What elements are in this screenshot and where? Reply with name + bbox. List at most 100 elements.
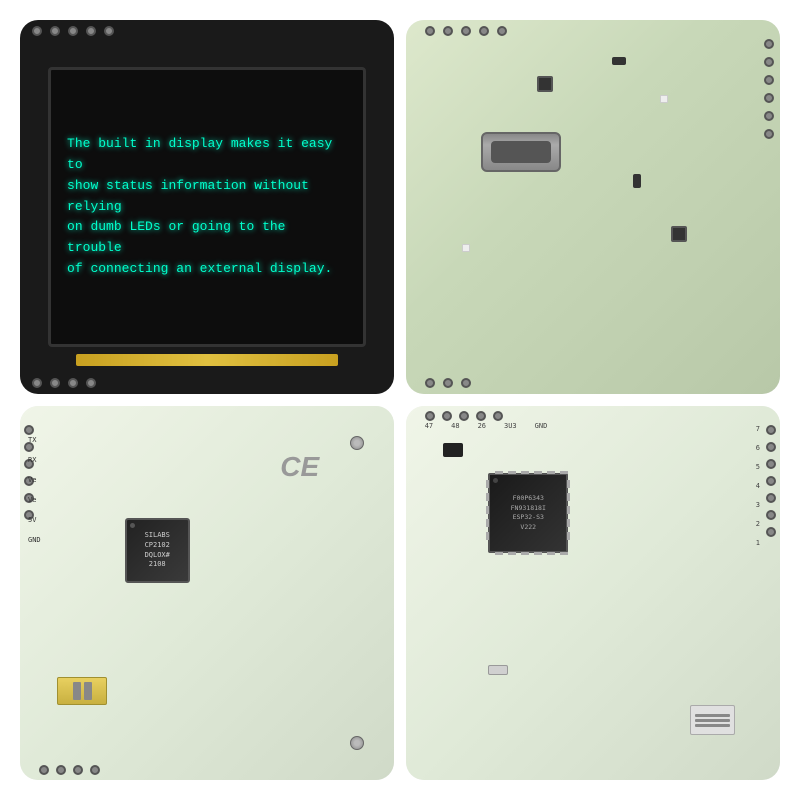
oled-line-2: show status information without relying bbox=[67, 178, 309, 214]
jst-pin-1 bbox=[73, 682, 81, 700]
antenna-line-2 bbox=[695, 719, 730, 722]
num-label-3u3: 3U3 bbox=[504, 422, 517, 430]
pcb-bottom-right: 7 6 5 4 3 2 1 47 48 26 3U3 GND bbox=[406, 406, 780, 780]
pcb-hole bbox=[39, 765, 49, 775]
smd-resistor-2 bbox=[633, 174, 641, 188]
pcb-hole bbox=[425, 411, 435, 421]
pcb-hole bbox=[766, 425, 776, 435]
oled-screen: The built in display makes it easy to sh… bbox=[48, 67, 366, 348]
pcb-screw-tr bbox=[350, 436, 364, 450]
chip-pin bbox=[567, 506, 570, 514]
smd-led-2 bbox=[462, 244, 470, 252]
pcb-pin-labels: TX RX Ve Ve 5V GND bbox=[28, 436, 41, 544]
chip-pin bbox=[486, 493, 489, 501]
num-label-7: 7 bbox=[756, 425, 760, 433]
chip-pin bbox=[495, 471, 503, 474]
ce-certification-mark: CE bbox=[280, 451, 319, 483]
chip-pin bbox=[560, 471, 568, 474]
pcb-holes-top-left bbox=[32, 26, 114, 36]
chip-pin bbox=[486, 519, 489, 527]
chip-pins-top bbox=[495, 471, 568, 474]
pcb-hole bbox=[766, 442, 776, 452]
pcb-hole bbox=[68, 378, 78, 388]
pcb-hole bbox=[24, 425, 34, 435]
pcb-screw-bl bbox=[350, 736, 364, 750]
num-label-1: 1 bbox=[756, 539, 760, 547]
num-label-gnd: GND bbox=[535, 422, 548, 430]
pcb-holes-top-row bbox=[425, 26, 507, 36]
chip-pin bbox=[567, 519, 570, 527]
pcb-hole bbox=[459, 411, 469, 421]
chip-pin bbox=[547, 471, 555, 474]
pcb-hole bbox=[86, 378, 96, 388]
chip-orientation-dot bbox=[130, 523, 135, 528]
pcb-holes-right-col bbox=[764, 39, 774, 139]
pcb-hole bbox=[56, 765, 66, 775]
usbc-connector bbox=[481, 132, 561, 172]
pcb-hole bbox=[766, 476, 776, 486]
pcb-hole bbox=[86, 26, 96, 36]
pcb-hole bbox=[425, 26, 435, 36]
oled-line-4: of connecting an external display. bbox=[67, 261, 332, 276]
pin-label-gnd: GND bbox=[28, 536, 41, 544]
smd-resistor-1 bbox=[612, 57, 626, 65]
pcb-hole bbox=[764, 39, 774, 49]
pcb-hole bbox=[476, 411, 486, 421]
chip-pins-right bbox=[567, 480, 570, 540]
usbc-inner-port bbox=[491, 141, 551, 163]
pcb-hole bbox=[73, 765, 83, 775]
chip-pin bbox=[486, 480, 489, 488]
chip-pin bbox=[567, 493, 570, 501]
pcb-hole bbox=[443, 26, 453, 36]
pcb-hole bbox=[50, 378, 60, 388]
pcb-hole bbox=[443, 378, 453, 388]
chip-label-text: SILABSCP2102DQLOX#2108 bbox=[145, 531, 170, 570]
pcb-hole bbox=[766, 510, 776, 520]
pcb-hole bbox=[764, 57, 774, 67]
num-label-26: 26 bbox=[478, 422, 486, 430]
chip-pin bbox=[534, 552, 542, 555]
pin-label-ve1: Ve bbox=[28, 476, 41, 484]
chip-pins-bottom bbox=[495, 552, 568, 555]
oled-line-1: The built in display makes it easy to bbox=[67, 136, 332, 172]
usbc-connector-cell bbox=[406, 20, 780, 394]
pcb-hole bbox=[461, 378, 471, 388]
esp32-chip-label: F00P6343FN931818IESP32-S3V222 bbox=[511, 494, 546, 533]
pcb-holes-bottom-left bbox=[32, 378, 96, 388]
chip-pin bbox=[486, 532, 489, 540]
chip-pin bbox=[567, 480, 570, 488]
silabs-ic-chip: SILABSCP2102DQLOX#2108 bbox=[125, 518, 190, 583]
chip-pin bbox=[521, 471, 529, 474]
oled-display-cell: The built in display makes it easy to sh… bbox=[20, 20, 394, 394]
num-label-2: 2 bbox=[756, 520, 760, 528]
pcb-hole bbox=[50, 26, 60, 36]
small-smd-chip bbox=[443, 443, 463, 457]
jst-battery-connector bbox=[57, 677, 107, 705]
pcb-hole bbox=[461, 26, 471, 36]
chip-pin bbox=[508, 471, 516, 474]
chip-pin bbox=[567, 532, 570, 540]
pcb-hole bbox=[766, 459, 776, 469]
chip-pin bbox=[521, 552, 529, 555]
crystal-oscillator bbox=[488, 665, 508, 675]
chip-pin bbox=[534, 471, 542, 474]
chip-pins-left bbox=[486, 480, 489, 540]
product-image-grid: The built in display makes it easy to sh… bbox=[0, 0, 800, 800]
esp32-chip-cell: 7 6 5 4 3 2 1 47 48 26 3U3 GND bbox=[406, 406, 780, 780]
pcb-holes-top-br bbox=[425, 411, 503, 421]
chip-pin bbox=[495, 552, 503, 555]
num-label-47: 47 bbox=[425, 422, 433, 430]
pcb-holes-bottom bbox=[39, 765, 100, 775]
wifi-antenna-module bbox=[690, 705, 735, 735]
pin-label-5v: 5V bbox=[28, 516, 41, 524]
pcb-hole bbox=[497, 26, 507, 36]
pcb-hole bbox=[68, 26, 78, 36]
pcb-hole bbox=[764, 75, 774, 85]
pcb-hole bbox=[32, 378, 42, 388]
pcb-hole bbox=[766, 527, 776, 537]
pcb-holes-right-br bbox=[766, 425, 776, 537]
chip-pin bbox=[547, 552, 555, 555]
chip-pin bbox=[560, 552, 568, 555]
pcb-top-right bbox=[406, 20, 780, 394]
oled-text-content: The built in display makes it easy to sh… bbox=[51, 118, 363, 296]
